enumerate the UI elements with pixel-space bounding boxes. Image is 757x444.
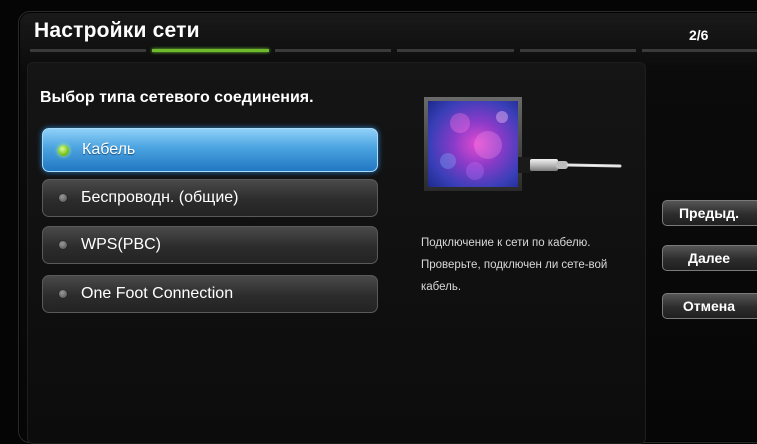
- option-label: Кабель: [82, 141, 136, 158]
- option-label: WPS(PBC): [81, 236, 161, 253]
- selection-indicator-icon: [59, 241, 67, 249]
- option-label: One Foot Connection: [81, 285, 234, 302]
- cancel-button[interactable]: Отмена: [662, 293, 757, 319]
- progress-segment-6: [642, 49, 757, 52]
- step-progress-bar: [30, 49, 757, 53]
- progress-segment-2: [152, 49, 269, 52]
- previous-button[interactable]: Предыд.: [662, 200, 757, 226]
- option-wps-pbc[interactable]: WPS(PBC): [42, 226, 378, 264]
- next-button-label: Далее: [687, 250, 731, 266]
- option-wireless[interactable]: Беспроводн. (общие): [42, 179, 378, 217]
- cancel-button-label: Отмена: [682, 298, 736, 314]
- step-counter: 2/6: [689, 27, 709, 43]
- progress-segment-3: [275, 49, 391, 52]
- previous-button-label: Предыд.: [678, 205, 740, 221]
- page-title: Настройки сети: [34, 19, 200, 42]
- selection-indicator-icon: [58, 144, 69, 156]
- selection-indicator-icon: [59, 290, 67, 298]
- selection-indicator-icon: [59, 194, 67, 202]
- option-one-foot-connection[interactable]: One Foot Connection: [42, 275, 378, 313]
- option-description: Подключение к сети по кабелю. Проверьте,…: [421, 237, 608, 293]
- progress-segment-1: [30, 49, 146, 52]
- progress-segment-4: [397, 49, 514, 52]
- section-heading: Выбор типа сетевого соединения.: [40, 89, 314, 106]
- next-button[interactable]: Далее: [662, 245, 757, 271]
- progress-segment-5: [520, 49, 636, 52]
- tv-with-ethernet-cable-icon: [424, 97, 622, 191]
- option-cable[interactable]: Кабель: [42, 128, 378, 172]
- option-label: Беспроводн. (общие): [81, 189, 239, 206]
